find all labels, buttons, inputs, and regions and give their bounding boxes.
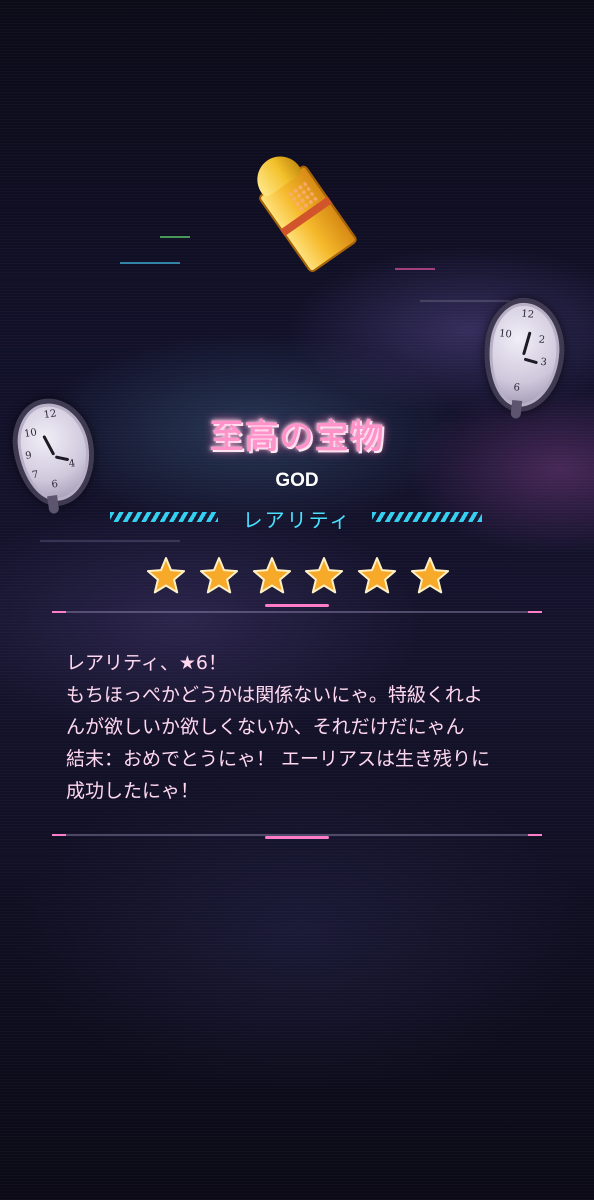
rarity-stars <box>146 556 450 600</box>
divider-top-right-tick <box>528 611 542 613</box>
melting-clock-icon: 12 10 2 3 6 <box>478 294 570 419</box>
rarity-label: レアリティ <box>242 508 352 532</box>
rarity-star-icon <box>410 557 450 594</box>
glitch-streak <box>120 262 180 264</box>
divider-bottom-left-tick <box>52 834 66 836</box>
rarity-star-icon <box>146 557 186 594</box>
divider-top-left-tick <box>52 611 66 613</box>
description-line: 成功したにゃ！ <box>66 780 200 802</box>
description-line: んが欲しいか欲しくないか、それだけだにゃん <box>66 716 465 738</box>
rarity-star-icon <box>305 557 344 594</box>
rarity-star-icon <box>199 557 238 594</box>
glitch-streak <box>420 300 510 302</box>
item-description: レアリティ、★6！ もちほっぺかどうかは関係ないにゃ。特級くれよ んが欲しいか欲… <box>66 647 536 807</box>
divider-bottom-center-bar <box>265 836 329 839</box>
divider-top-center-bar <box>265 604 329 607</box>
item-rank: GOD <box>275 470 319 491</box>
description-line: もちほっぺかどうかは関係ないにゃ。特級くれよ <box>66 684 483 706</box>
glitch-streak <box>160 236 190 238</box>
glitch-streak <box>40 540 180 542</box>
rarity-star-icon <box>358 557 397 594</box>
reward-screen[interactable]: 12 10 9 7 4 6 12 10 2 3 6 至高の宝物 GOD レアリテ… <box>0 0 594 1200</box>
divider-top <box>64 611 528 613</box>
item-name: 至高の宝物 <box>209 417 385 457</box>
glitch-streak <box>395 268 435 270</box>
divider-bottom-right-tick <box>528 834 542 836</box>
rarity-star-icon <box>252 557 291 594</box>
description-line: レアリティ、★6！ <box>66 652 227 674</box>
golden-bullet-icon <box>243 144 359 274</box>
description-line: 結末：おめでとうにゃ！ エーリアスは生き残りに <box>66 748 491 770</box>
